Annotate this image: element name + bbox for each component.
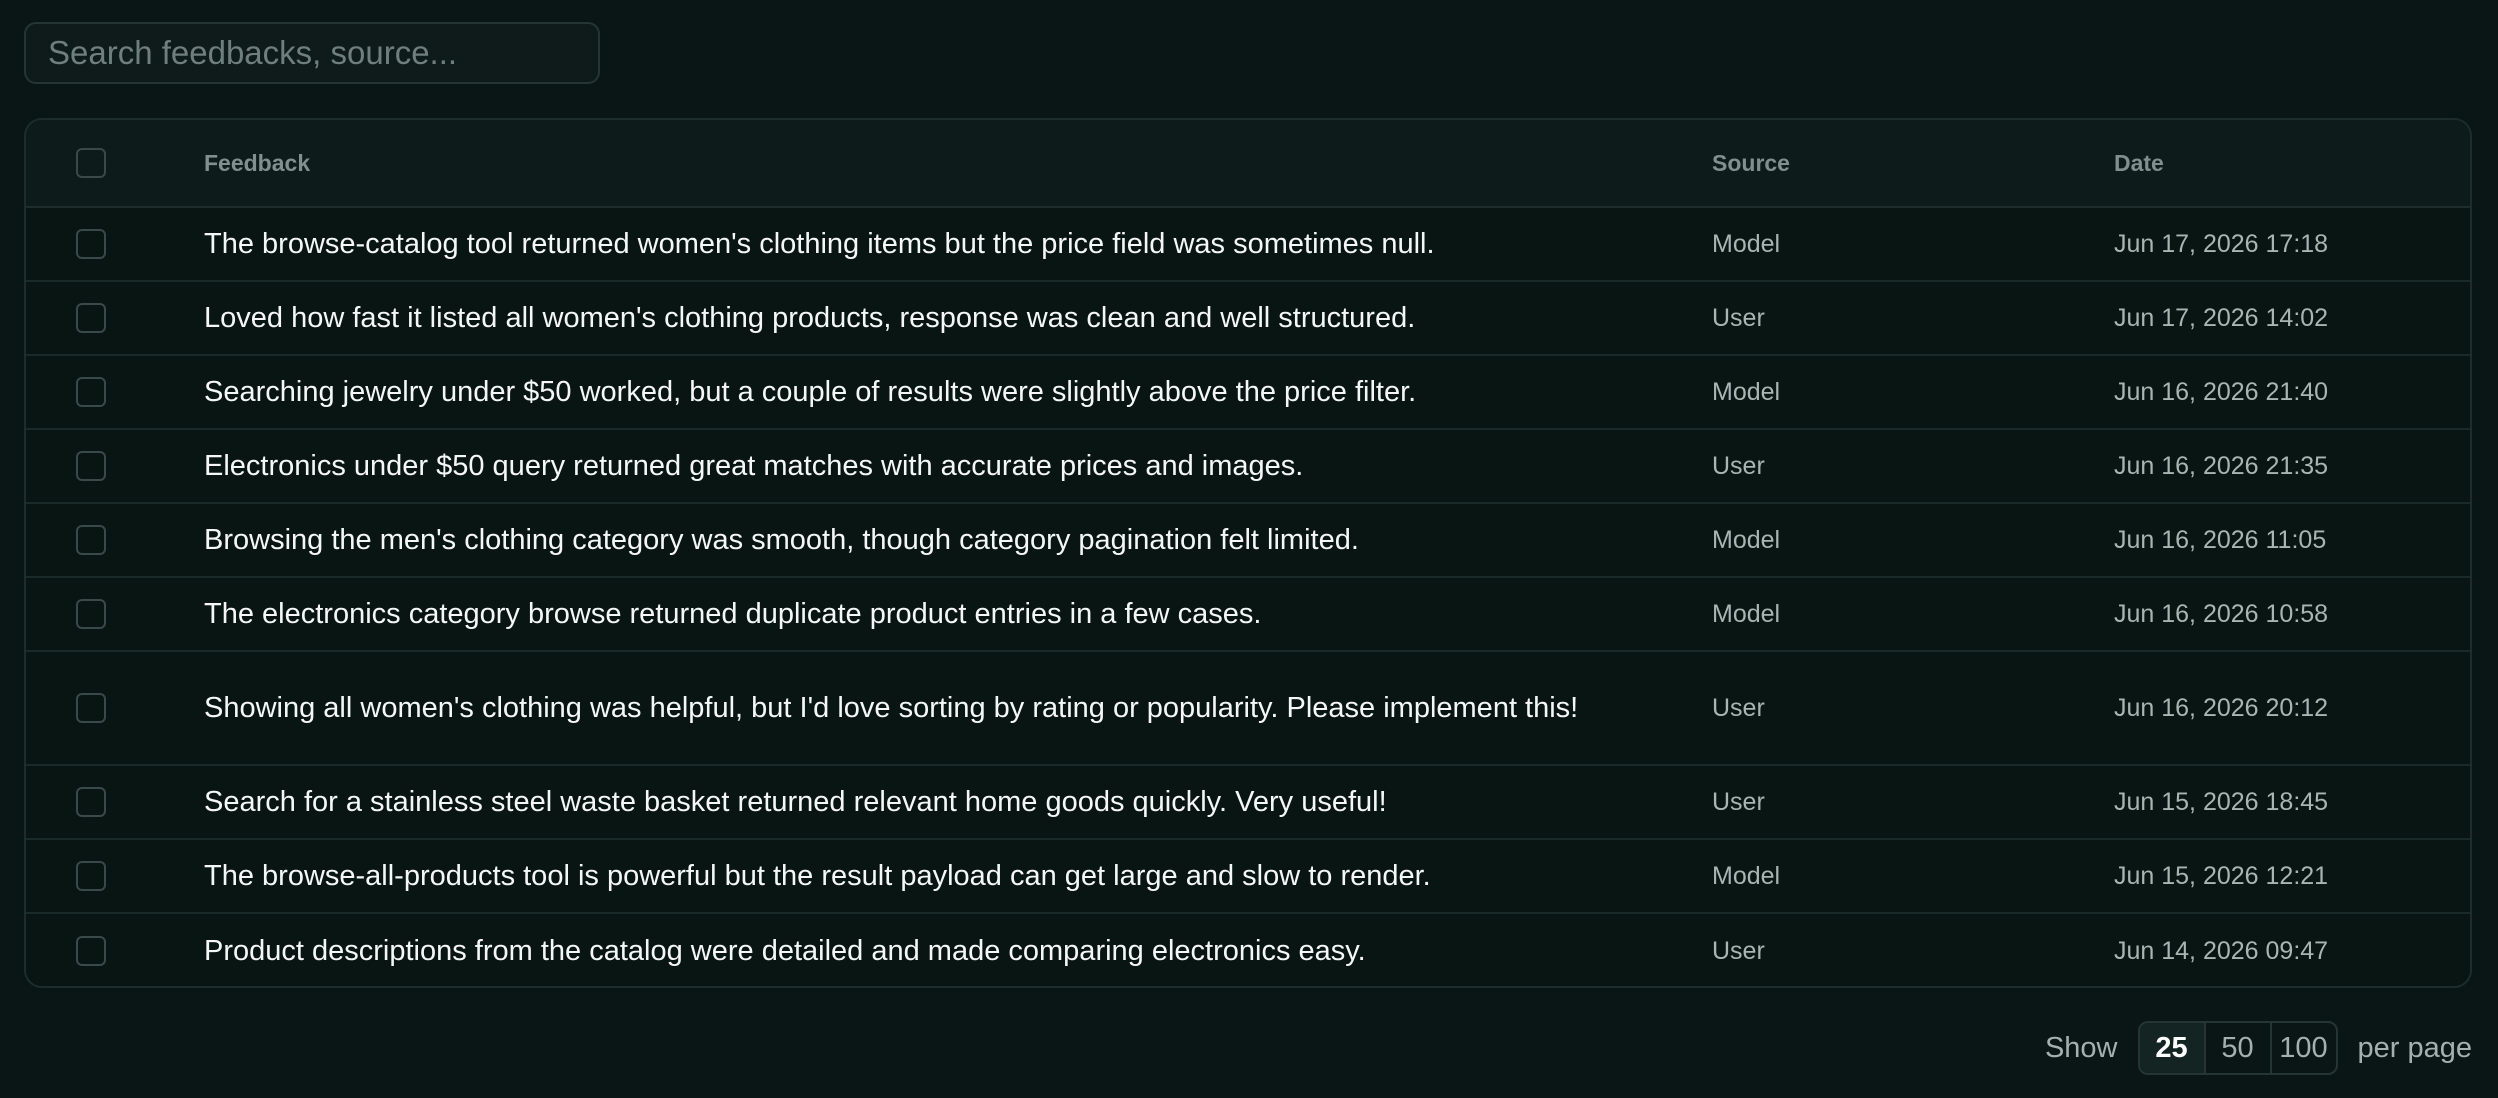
feedback-table: Feedback Source Date The browse-catalog … [24, 118, 2472, 988]
feedback-cell: Electronics under $50 query returned gre… [204, 450, 1304, 482]
table-row[interactable]: Electronics under $50 query returned gre… [26, 430, 2470, 504]
table-row[interactable]: Search for a stainless steel waste baske… [26, 766, 2470, 840]
table-row[interactable]: Product descriptions from the catalog we… [26, 914, 2470, 986]
page-size-options: 25 50 100 [2137, 1021, 2338, 1075]
date-cell: Jun 14, 2026 09:47 [2114, 936, 2329, 965]
header-checkbox-cell [26, 148, 204, 178]
table-row[interactable]: Browsing the men's clothing category was… [26, 504, 2470, 578]
feedback-cell: Product descriptions from the catalog we… [204, 935, 1366, 967]
date-cell: Jun 16, 2026 20:12 [2114, 693, 2329, 722]
source-column-header[interactable]: Source [1712, 150, 2114, 177]
date-cell: Jun 17, 2026 14:02 [2114, 303, 2329, 332]
date-cell: Jun 16, 2026 21:35 [2114, 451, 2329, 480]
per-page-label: per page [2357, 1031, 2473, 1064]
date-cell: Jun 16, 2026 10:58 [2114, 599, 2329, 628]
row-checkbox[interactable] [76, 787, 106, 817]
date-column-header[interactable]: Date [2114, 150, 2470, 177]
feedback-cell: The electronics category browse returned… [204, 598, 1262, 630]
source-cell: User [1712, 787, 1765, 816]
date-cell: Jun 15, 2026 18:45 [2114, 787, 2329, 816]
page-size-100-button[interactable]: 100 [2269, 1023, 2336, 1073]
date-cell: Jun 17, 2026 17:18 [2114, 229, 2329, 258]
show-label: Show [2044, 1031, 2118, 1064]
table-row[interactable]: Showing all women's clothing was helpful… [26, 652, 2470, 766]
table-row[interactable]: The electronics category browse returned… [26, 578, 2470, 652]
date-cell: Jun 15, 2026 12:21 [2114, 861, 2329, 890]
row-checkbox[interactable] [76, 303, 106, 333]
row-checkbox[interactable] [76, 451, 106, 481]
source-cell: Model [1712, 599, 1781, 628]
feedback-column-header[interactable]: Feedback [204, 150, 1712, 177]
table-row[interactable]: Searching jewelry under $50 worked, but … [26, 356, 2470, 430]
row-checkbox[interactable] [76, 936, 106, 966]
table-row[interactable]: Loved how fast it listed all women's clo… [26, 282, 2470, 356]
feedback-cell: The browse-catalog tool returned women's… [204, 228, 1435, 260]
source-cell: User [1712, 936, 1765, 965]
select-all-checkbox[interactable] [76, 148, 106, 178]
page-size-25-button[interactable]: 25 [2139, 1023, 2204, 1073]
date-cell: Jun 16, 2026 11:05 [2114, 525, 2327, 554]
row-checkbox[interactable] [76, 861, 106, 891]
row-checkbox[interactable] [76, 525, 106, 555]
feedback-cell: Searching jewelry under $50 worked, but … [204, 376, 1417, 408]
table-header: Feedback Source Date [26, 120, 2470, 208]
row-checkbox[interactable] [76, 693, 106, 723]
table-row[interactable]: The browse-all-products tool is powerful… [26, 840, 2470, 914]
table-row[interactable]: The browse-catalog tool returned women's… [26, 208, 2470, 282]
source-cell: User [1712, 451, 1765, 480]
source-cell: Model [1712, 229, 1781, 258]
row-checkbox[interactable] [76, 599, 106, 629]
row-checkbox[interactable] [76, 377, 106, 407]
source-cell: Model [1712, 861, 1781, 890]
feedback-cell: Browsing the men's clothing category was… [204, 524, 1359, 556]
page-size-50-button[interactable]: 50 [2203, 1023, 2270, 1073]
feedback-cell: Search for a stainless steel waste baske… [204, 786, 1387, 818]
source-cell: Model [1712, 377, 1781, 406]
feedback-page: Feedback Source Date The browse-catalog … [0, 0, 2498, 1098]
row-checkbox[interactable] [76, 229, 106, 259]
feedback-cell: The browse-all-products tool is powerful… [204, 860, 1431, 892]
search-box[interactable] [24, 22, 600, 84]
source-cell: Model [1712, 525, 1781, 554]
search-input[interactable] [46, 33, 578, 73]
source-cell: User [1712, 303, 1765, 332]
page-size-selector: Show 25 50 100 per page [2045, 1020, 2472, 1076]
feedback-cell: Showing all women's clothing was helpful… [204, 692, 1579, 724]
feedback-cell: Loved how fast it listed all women's clo… [204, 302, 1416, 334]
source-cell: User [1712, 693, 1765, 722]
date-cell: Jun 16, 2026 21:40 [2114, 377, 2329, 406]
